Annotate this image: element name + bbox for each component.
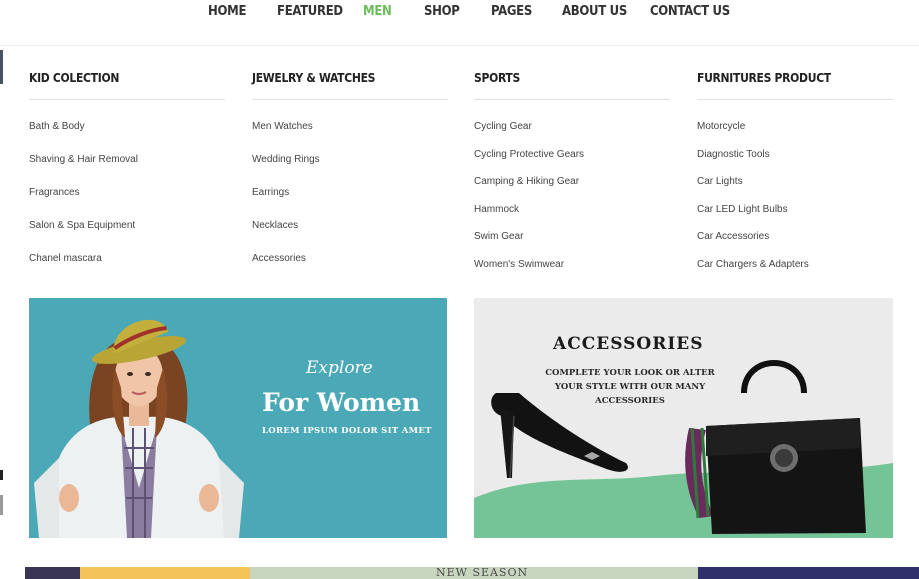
- menu-link[interactable]: Camping & Hiking Gear: [474, 176, 579, 187]
- nav-men[interactable]: MEN: [363, 4, 392, 19]
- menu-link[interactable]: Necklaces: [252, 220, 298, 231]
- nav-about-us[interactable]: ABOUT US: [562, 4, 627, 19]
- column-title: JEWELRY & WATCHES: [252, 71, 376, 85]
- menu-link[interactable]: Fragrances: [29, 187, 80, 198]
- menu-link[interactable]: Accessories: [252, 253, 306, 264]
- menu-link[interactable]: Earrings: [252, 187, 289, 198]
- background-slider-strip: NEW SEASON: [0, 567, 919, 579]
- menu-link[interactable]: Cycling Gear: [474, 121, 532, 132]
- menu-link[interactable]: Salon & Spa Equipment: [29, 220, 135, 231]
- background-slide-text: NEW SEASON: [436, 567, 529, 579]
- divider: [474, 99, 670, 100]
- menu-link[interactable]: Men Watches: [252, 121, 313, 132]
- divider: [29, 99, 225, 100]
- menu-link[interactable]: Cycling Protective Gears: [474, 149, 584, 160]
- menu-link[interactable]: Shaving & Hair Removal: [29, 154, 138, 165]
- nav-pages[interactable]: PAGES: [491, 4, 532, 19]
- nav-home[interactable]: HOME: [208, 4, 246, 19]
- banner-subtitle: LOREM IPSUM DOLOR SIT AMET: [262, 426, 432, 436]
- menu-link[interactable]: Hammock: [474, 204, 519, 215]
- divider: [252, 99, 448, 100]
- menu-link[interactable]: Car Lights: [697, 176, 743, 187]
- menu-link[interactable]: Bath & Body: [29, 121, 85, 132]
- nav-featured[interactable]: FEATURED: [277, 4, 343, 19]
- nav-shop[interactable]: SHOP: [424, 4, 460, 19]
- menu-link[interactable]: Car LED Light Bulbs: [697, 204, 788, 215]
- menu-link[interactable]: Car Chargers & Adapters: [697, 259, 809, 270]
- woman-model-illustration: [34, 319, 244, 538]
- banner-accessories[interactable]: ACCESSORIES COMPLETE YOUR LOOK OR ALTER …: [474, 298, 893, 538]
- column-title: SPORTS: [474, 71, 520, 85]
- column-title: FURNITURES PRODUCT: [697, 71, 831, 85]
- menu-link[interactable]: Diagnostic Tools: [697, 149, 770, 160]
- banner-subtitle: COMPLETE YOUR LOOK OR ALTER YOUR STYLE W…: [545, 368, 715, 406]
- menu-link[interactable]: Swim Gear: [474, 231, 523, 242]
- nav-contact-us[interactable]: CONTACT US: [650, 4, 730, 19]
- banner-script-text: Explore: [306, 358, 373, 378]
- divider: [697, 99, 893, 100]
- column-title: KID COLECTION: [29, 71, 120, 85]
- menu-link[interactable]: Chanel mascara: [29, 253, 102, 264]
- banner-for-women[interactable]: Explore For Women LOREM IPSUM DOLOR SIT …: [29, 298, 447, 538]
- menu-link[interactable]: Car Accessories: [697, 231, 769, 242]
- banner-title: For Women: [262, 388, 421, 417]
- main-navigation: HOME FEATURED MEN SHOP PAGES ABOUT US CO…: [0, 0, 919, 46]
- menu-link[interactable]: Women's Swimwear: [474, 259, 564, 270]
- menu-link[interactable]: Motorcycle: [697, 121, 745, 132]
- banner-title: ACCESSORIES: [553, 334, 704, 354]
- menu-link[interactable]: Wedding Rings: [252, 154, 320, 165]
